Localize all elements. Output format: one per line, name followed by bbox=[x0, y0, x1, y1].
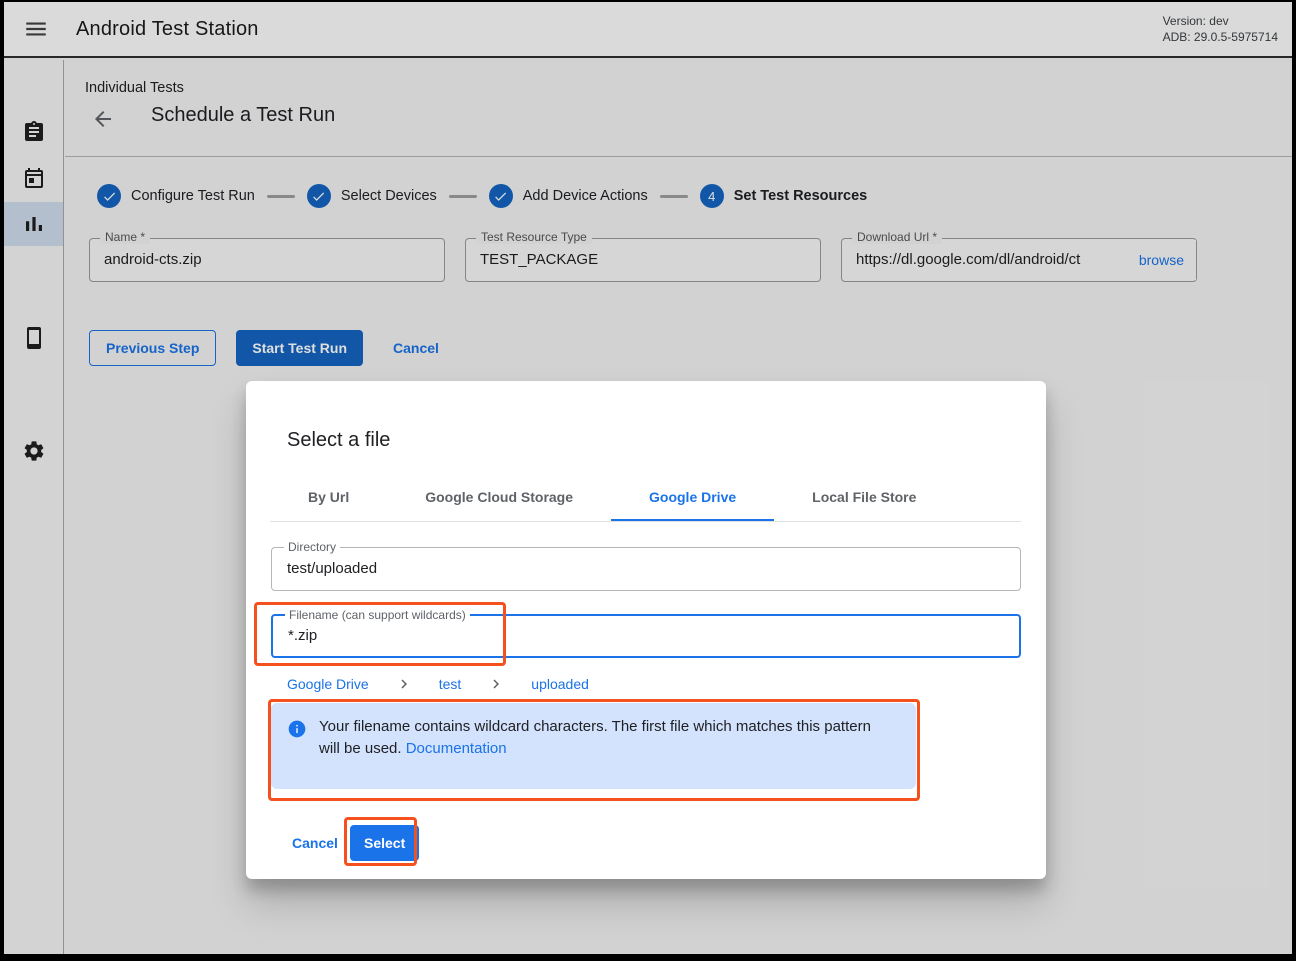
breadcrumb-test[interactable]: test bbox=[439, 676, 462, 692]
documentation-link[interactable]: Documentation bbox=[406, 740, 507, 757]
directory-value: test/uploaded bbox=[272, 548, 1020, 590]
tab-by-url[interactable]: By Url bbox=[270, 474, 387, 521]
select-file-dialog: Select a file By Url Google Cloud Storag… bbox=[246, 381, 1046, 879]
tab-google-drive[interactable]: Google Drive bbox=[611, 474, 774, 521]
filename-label: Filename (can support wildcards) bbox=[285, 608, 470, 622]
dialog-title: Select a file bbox=[287, 429, 390, 452]
tab-google-cloud-storage[interactable]: Google Cloud Storage bbox=[387, 474, 611, 521]
banner-text: Your filename contains wildcard characte… bbox=[319, 716, 879, 760]
app-window: Android Test Station Version: dev ADB: 2… bbox=[4, 2, 1292, 954]
dialog-select-button[interactable]: Select bbox=[350, 825, 419, 861]
file-source-tabs: By Url Google Cloud Storage Google Drive… bbox=[270, 474, 1021, 522]
chevron-right-icon bbox=[487, 675, 505, 693]
wildcard-info-banner: Your filename contains wildcard characte… bbox=[271, 703, 916, 789]
chevron-right-icon bbox=[395, 675, 413, 693]
filename-value: *.zip bbox=[273, 616, 1019, 656]
breadcrumb-google-drive[interactable]: Google Drive bbox=[287, 676, 369, 692]
directory-field[interactable]: Directory test/uploaded bbox=[271, 547, 1021, 591]
directory-label: Directory bbox=[284, 540, 340, 554]
drive-breadcrumb: Google Drive test uploaded bbox=[287, 675, 589, 693]
info-icon bbox=[287, 719, 307, 739]
dialog-cancel-button[interactable]: Cancel bbox=[284, 825, 346, 861]
breadcrumb-uploaded[interactable]: uploaded bbox=[531, 676, 589, 692]
banner-message: Your filename contains wildcard characte… bbox=[319, 718, 871, 757]
filename-field[interactable]: Filename (can support wildcards) *.zip bbox=[271, 614, 1021, 658]
tab-local-file-store[interactable]: Local File Store bbox=[774, 474, 954, 521]
